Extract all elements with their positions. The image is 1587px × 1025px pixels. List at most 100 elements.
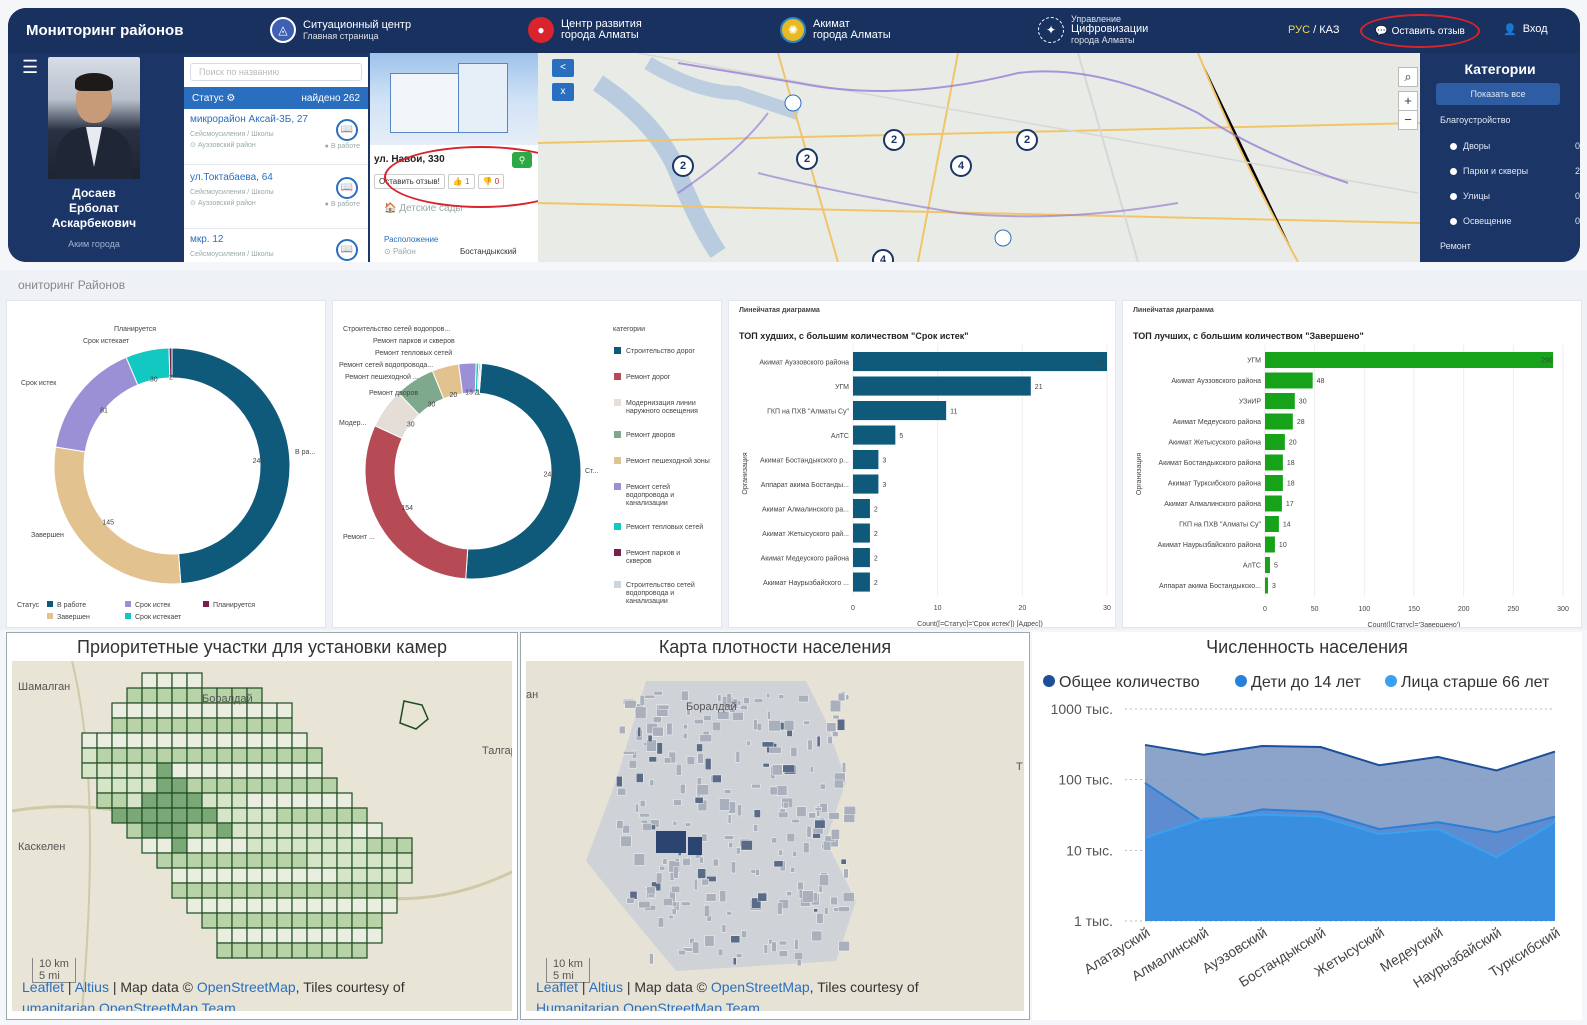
grid-cell — [336, 792, 353, 809]
list-item-title[interactable]: мкр. 12 — [190, 234, 362, 245]
category-item[interactable]: Освещение 0 — [1450, 216, 1580, 226]
y-category-label: Акимат Ауэзовского района — [759, 358, 849, 366]
map-cluster[interactable]: 4 — [950, 155, 972, 177]
density-block — [656, 872, 663, 884]
bar-value-label: 2 — [874, 555, 878, 562]
login-button[interactable]: 👤 Вход — [1503, 23, 1548, 36]
bar-value-label: 2 — [874, 580, 878, 587]
list-item[interactable]: мкр. 12 Сейсмоусиления / Школы 📖 — [184, 231, 368, 262]
category-section[interactable]: Благоустройство — [1440, 115, 1510, 125]
y-category-label: Акимат Жетысуского рай... — [762, 530, 849, 538]
categories-panel: Категории Показать все Благоустройство Д… — [1420, 53, 1580, 262]
map-search-icon[interactable]: ⌕ — [1398, 67, 1418, 87]
status-donut-chart: 246 145 81 30 2 Планируется Срок истекает Срок … — [17, 326, 315, 621]
status-filter-label[interactable]: Статус ⚙ — [192, 93, 235, 104]
map-cluster[interactable]: 2 — [796, 148, 818, 170]
category-section[interactable]: Ремонт — [1440, 241, 1471, 251]
found-count: найдено 262 — [301, 92, 360, 104]
app-brand[interactable]: Мониторинг районов — [26, 22, 183, 39]
cameras-map[interactable]: Шамалган Боралдай Талгар Каскелен 10 km5… — [12, 661, 512, 1011]
lang-kz[interactable]: КАЗ — [1319, 24, 1339, 36]
density-map[interactable]: Боралдай ан Т 10 km 5 mi Leaflet | Altius… — [526, 661, 1024, 1011]
y-category-label: Акимат Алмалинского ра... — [762, 506, 849, 513]
density-block — [771, 837, 777, 844]
category-item[interactable]: Парки и скверы 2 — [1450, 166, 1580, 176]
slice-value-label: 2 — [169, 375, 173, 382]
search-input[interactable]: Поиск по названию — [190, 63, 362, 81]
leaflet-link[interactable]: Leaflet — [22, 979, 64, 995]
osm-link[interactable]: OpenStreetMap — [711, 979, 810, 995]
login-label: Вход — [1522, 23, 1548, 35]
map-close-button[interactable]: x — [552, 83, 574, 101]
book-icon[interactable]: 📖 — [336, 239, 358, 261]
list-item-title[interactable]: ул.Токтабаева, 64 — [190, 172, 362, 183]
donut-slice — [364, 425, 469, 580]
grid-cell — [306, 927, 323, 944]
map-cluster[interactable]: 2 — [672, 155, 694, 177]
density-block — [808, 812, 816, 819]
hot-link[interactable]: Humanitarian OpenStreetMap Team — [536, 1000, 760, 1011]
density-block — [830, 896, 838, 906]
density-block — [843, 868, 849, 879]
book-icon[interactable]: 📖 — [336, 177, 358, 199]
category-item[interactable]: Улицы 0 — [1450, 191, 1580, 201]
city-map[interactable]: < x 2 2 2 2 4 4 ⌕ + − — [538, 53, 1420, 262]
x-tick-label: 150 — [1408, 606, 1420, 613]
grid-cell — [126, 822, 143, 839]
density-panel: Карта плотности населения Боралдай ан Т … — [520, 632, 1030, 1020]
grid-cell — [171, 732, 188, 749]
map-back-button[interactable]: < — [552, 59, 574, 77]
show-all-button[interactable]: Показать все — [1436, 83, 1560, 105]
zoom-out-button[interactable]: − — [1398, 110, 1418, 130]
grid-cell — [321, 927, 338, 944]
grid-cell — [156, 777, 173, 794]
grid-cell — [126, 777, 143, 794]
grid-cell — [126, 687, 143, 704]
page: Мониторинг районов ◬ Ситуационный центр Г… — [0, 0, 1587, 1025]
map-cluster[interactable]: 2 — [883, 129, 905, 151]
bar — [1265, 454, 1283, 471]
grid-cell — [321, 867, 338, 884]
grid-cell — [246, 867, 263, 884]
list-item[interactable]: ул.Токтабаева, 64 Сейсмоусиления / Школы… — [184, 169, 368, 229]
nav-situation-center[interactable]: ◬ Ситуационный центр Главная страница — [270, 17, 411, 43]
nav-development-center[interactable]: ● Центр развития города Алматы — [528, 17, 642, 43]
density-block — [696, 784, 709, 796]
density-block — [712, 774, 722, 783]
grid-cell — [351, 837, 368, 854]
legend-label: Планируется — [213, 602, 255, 609]
altius-link[interactable]: Altius — [589, 979, 623, 995]
map-cluster[interactable]: 2 — [1016, 129, 1038, 151]
nav-akimat[interactable]: ✺ Акимат города Алматы — [780, 17, 891, 43]
zoom-in-button[interactable]: + — [1398, 91, 1418, 111]
density-block — [663, 898, 673, 907]
menu-icon[interactable]: ☰ — [22, 57, 38, 78]
altius-link[interactable]: Altius — [75, 979, 109, 995]
grid-cell — [261, 852, 278, 869]
hot-link[interactable]: umanitarian OpenStreetMap Team — [22, 1000, 236, 1011]
grid-cell — [276, 852, 293, 869]
bar — [1265, 372, 1313, 389]
list-item-title[interactable]: микрорайон Аксай-3Б, 27 — [190, 114, 362, 125]
grid-cell — [201, 852, 218, 869]
list-item[interactable]: микрорайон Аксай-3Б, 27 Сейсмоусиления /… — [184, 111, 368, 165]
leave-feedback-button[interactable]: 💬 Оставить отзыв — [1360, 14, 1480, 48]
grid-cell — [276, 732, 293, 749]
grid-cell — [201, 702, 218, 719]
situation-icon: ◬ — [270, 17, 296, 43]
lang-ru[interactable]: РУС — [1288, 24, 1310, 36]
bar — [1265, 413, 1293, 430]
osm-link[interactable]: OpenStreetMap — [197, 979, 296, 995]
category-item[interactable]: Дворы 0 — [1450, 141, 1580, 151]
status-filter-bar[interactable]: Статус ⚙ найдено 262 — [184, 87, 368, 109]
leaflet-link[interactable]: Leaflet — [536, 979, 578, 995]
grid-cell — [261, 717, 278, 734]
slice-value-label: 249 — [543, 472, 555, 479]
book-icon[interactable]: 📖 — [336, 119, 358, 141]
density-block — [778, 849, 783, 856]
density-block — [656, 831, 686, 853]
user-icon: 👤 — [1503, 24, 1517, 36]
population-area-chart: Общее количество Дети до 14 лет Лица старш… — [1043, 674, 1563, 991]
grid-cell — [246, 882, 263, 899]
nav-digitalization[interactable]: ✦ Управление Цифровизации города Алматы — [1038, 14, 1148, 45]
